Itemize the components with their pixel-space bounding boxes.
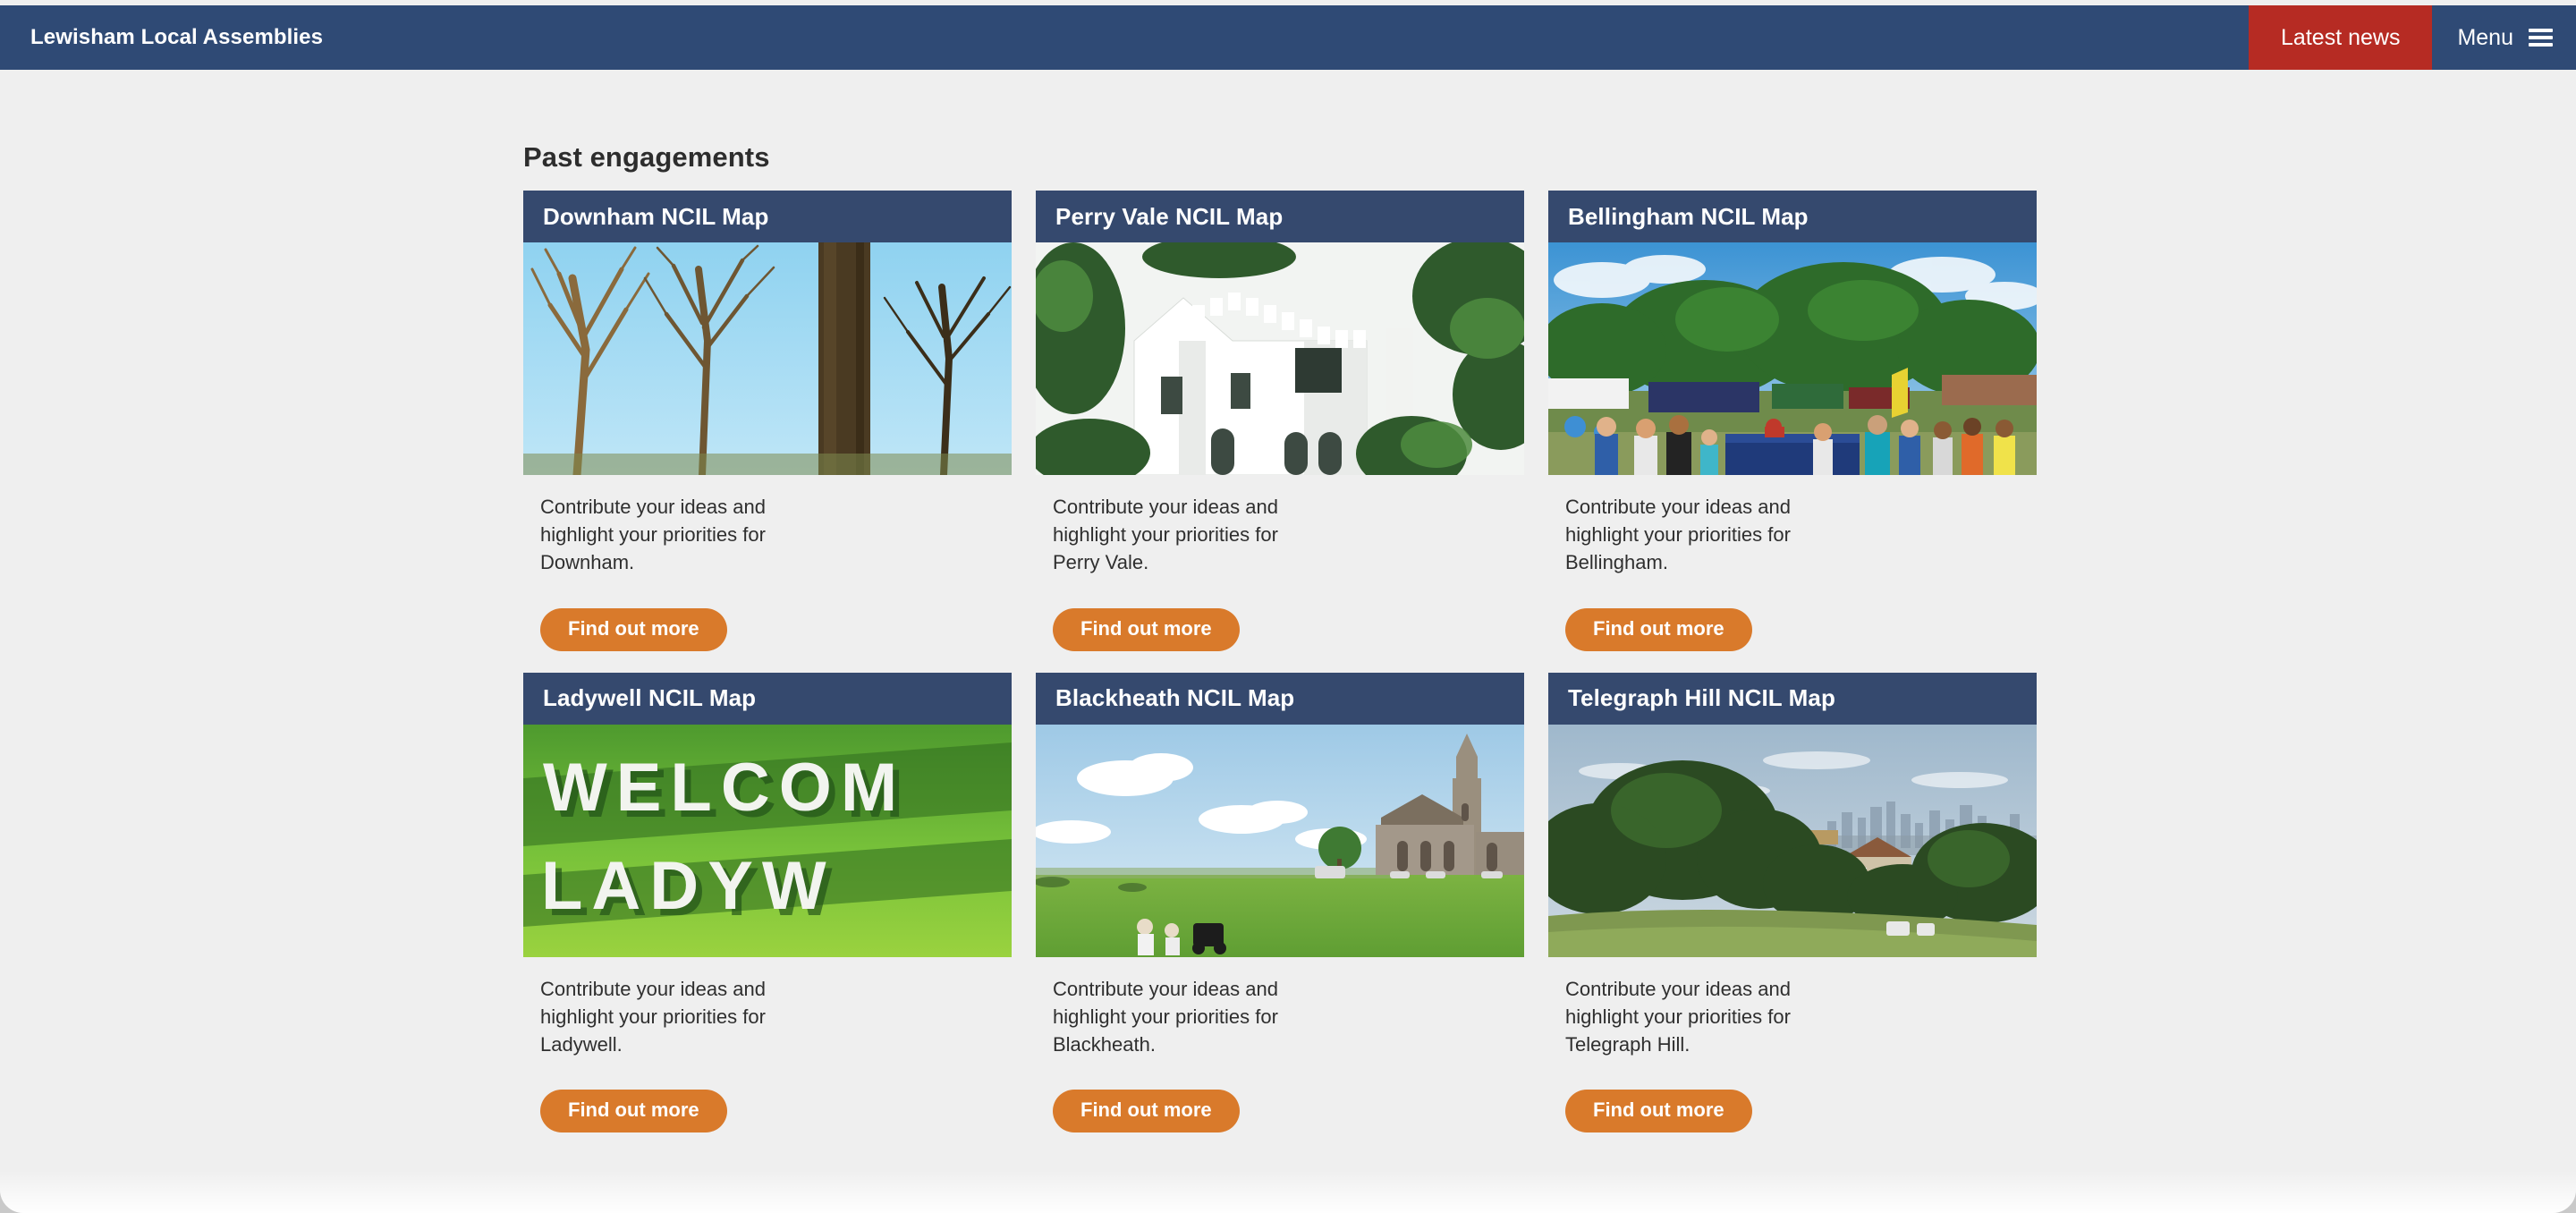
menu-label: Menu [2457,24,2513,50]
engagement-card[interactable]: Perry Vale NCIL Map Contribute your idea… [1036,191,1524,651]
card-body: Contribute your ideas and highlight your… [523,957,1012,1059]
find-out-more-button[interactable]: Find out more [540,607,727,651]
card-action: Find out more [1036,1058,1524,1133]
card-action: Find out more [1548,577,2037,651]
card-body: Contribute your ideas and highlight your… [1036,957,1524,1059]
engagement-card[interactable]: Ladywell NCIL Map WELCOM WELCOM LADYW LA… [523,672,1012,1133]
card-image-perry-vale [1036,242,1524,475]
hamburger-icon [2529,29,2553,47]
card-image-bellingham [1548,242,2037,475]
svg-text:LADYW: LADYW [541,848,835,924]
card-description: Contribute your ideas and highlight your… [1565,977,1791,1056]
window-bottom-edge [0,1170,2576,1213]
card-image-ladywell: WELCOM WELCOM LADYW LADYW [523,724,1012,957]
card-header: Bellingham NCIL Map [1548,191,2037,242]
card-body: Contribute your ideas and highlight your… [1548,957,2037,1059]
card-description: Contribute your ideas and highlight your… [1565,496,1791,574]
card-title: Perry Vale NCIL Map [1055,202,1284,230]
card-image-downham [523,242,1012,475]
site-header: Lewisham Local Assemblies Latest news Me… [0,5,2576,70]
engagement-card-grid: Downham NCIL Map Contribute your ideas a… [523,191,2046,1133]
card-title: Bellingham NCIL Map [1568,202,1809,230]
find-out-more-button[interactable]: Find out more [1565,607,1752,651]
card-title: Blackheath NCIL Map [1055,684,1295,712]
main-content: Past engagements Downham NCIL Map Contri… [0,70,2576,1213]
card-image-blackheath [1036,724,1524,957]
card-header: Telegraph Hill NCIL Map [1548,672,2037,725]
engagement-card[interactable]: Blackheath NCIL Map Contribute your idea… [1036,672,1524,1133]
browser-viewport: Lewisham Local Assemblies Latest news Me… [0,0,2576,1213]
page-title: Past engagements [523,141,770,173]
card-header: Ladywell NCIL Map [523,672,1012,725]
card-title: Ladywell NCIL Map [543,684,757,712]
card-description: Contribute your ideas and highlight your… [540,977,766,1056]
card-title: Downham NCIL Map [543,202,769,230]
find-out-more-button[interactable]: Find out more [1565,1090,1752,1133]
latest-news-button[interactable]: Latest news [2249,5,2433,70]
menu-button[interactable]: Menu [2432,5,2576,70]
card-title: Telegraph Hill NCIL Map [1568,684,1835,712]
svg-text:WELCOM: WELCOM [543,750,906,826]
find-out-more-button[interactable]: Find out more [540,1090,727,1133]
engagement-card[interactable]: Telegraph Hill NCIL Map Contribute your … [1548,672,2037,1133]
card-image-telegraph-hill [1548,724,2037,957]
card-header: Perry Vale NCIL Map [1036,191,1524,242]
find-out-more-button[interactable]: Find out more [1053,1090,1240,1133]
card-action: Find out more [523,577,1012,651]
engagement-card[interactable]: Bellingham NCIL Map Contribute your idea… [1548,191,2037,651]
card-description: Contribute your ideas and highlight your… [1053,977,1278,1056]
site-brand-title: Lewisham Local Assemblies [30,25,324,49]
latest-news-label: Latest news [2281,24,2401,50]
card-header: Downham NCIL Map [523,191,1012,242]
card-body: Contribute your ideas and highlight your… [1548,475,2037,577]
card-action: Find out more [523,1058,1012,1133]
card-action: Find out more [1036,577,1524,651]
card-body: Contribute your ideas and highlight your… [523,475,1012,577]
card-description: Contribute your ideas and highlight your… [540,496,766,574]
find-out-more-button[interactable]: Find out more [1053,607,1240,651]
engagement-card[interactable]: Downham NCIL Map Contribute your ideas a… [523,191,1012,651]
card-body: Contribute your ideas and highlight your… [1036,475,1524,577]
card-action: Find out more [1548,1058,2037,1133]
card-header: Blackheath NCIL Map [1036,672,1524,725]
card-description: Contribute your ideas and highlight your… [1053,496,1278,574]
